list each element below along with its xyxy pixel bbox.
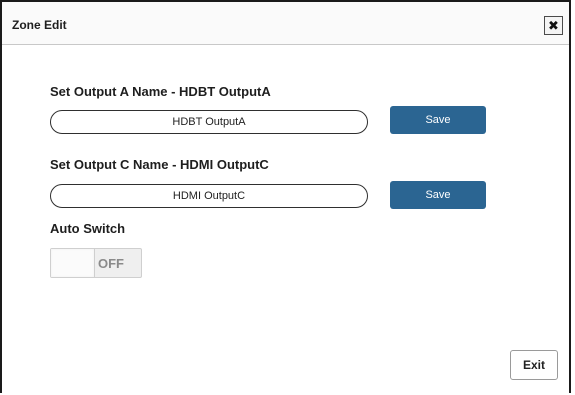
output-a-name-input[interactable] (50, 110, 368, 134)
exit-button[interactable]: Exit (510, 350, 558, 380)
save-output-a-button[interactable]: Save (390, 106, 486, 134)
output-c-name-input[interactable] (50, 184, 368, 208)
save-output-c-button[interactable]: Save (390, 181, 486, 209)
toggle-state-text: OFF (98, 256, 124, 271)
dialog-titlebar: Zone Edit ✖ (2, 2, 569, 45)
toggle-knob (51, 249, 95, 277)
output-c-label: Set Output C Name - HDMI OutputC (50, 157, 269, 172)
close-button[interactable]: ✖ (544, 16, 563, 35)
auto-switch-label: Auto Switch (50, 221, 126, 236)
dialog-title: Zone Edit (12, 18, 67, 32)
output-a-label: Set Output A Name - HDBT OutputA (50, 84, 271, 99)
auto-switch-toggle[interactable]: OFF (50, 248, 142, 278)
zone-edit-dialog: Zone Edit ✖ Set Output A Name - HDBT Out… (0, 0, 571, 393)
close-icon: ✖ (548, 18, 559, 33)
